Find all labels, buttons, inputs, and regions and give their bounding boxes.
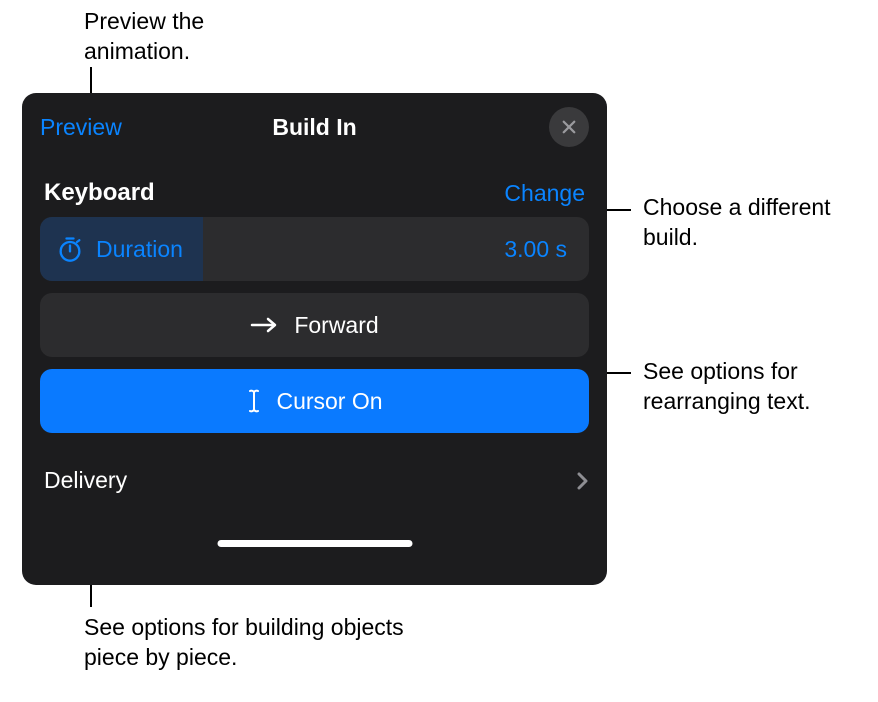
close-button[interactable] [549, 107, 589, 147]
close-icon [560, 118, 578, 136]
direction-row[interactable]: Forward [40, 293, 589, 357]
duration-label: Duration [96, 236, 183, 263]
options-list: Duration 3.00 s Forward Cursor On [22, 217, 607, 433]
change-button[interactable]: Change [504, 180, 585, 207]
cursor-icon [246, 388, 262, 414]
callout-forward: See options for rearranging text. [643, 357, 863, 417]
home-indicator [217, 540, 412, 547]
effect-name: Keyboard [44, 179, 155, 207]
delivery-label: Delivery [44, 467, 127, 494]
delivery-row[interactable]: Delivery [22, 445, 607, 516]
callout-change: Choose a different build. [643, 193, 853, 253]
panel-title: Build In [272, 114, 356, 141]
effect-header: Keyboard Change [22, 161, 607, 217]
duration-value: 3.00 s [504, 236, 589, 263]
direction-label: Forward [294, 312, 378, 339]
callout-preview: Preview the animation. [84, 7, 264, 67]
titlebar: Preview Build In [22, 93, 607, 161]
chevron-right-icon [577, 471, 589, 491]
cursor-row[interactable]: Cursor On [40, 369, 589, 433]
cursor-label: Cursor On [276, 388, 382, 415]
preview-button[interactable]: Preview [40, 114, 122, 141]
duration-segment: Duration [40, 217, 203, 281]
arrow-right-icon [250, 315, 280, 335]
callout-delivery: See options for building objects piece b… [84, 613, 424, 673]
build-in-panel: Preview Build In Keyboard Change Duratio… [22, 93, 607, 585]
duration-row[interactable]: Duration 3.00 s [40, 217, 589, 281]
timer-icon [56, 235, 84, 263]
